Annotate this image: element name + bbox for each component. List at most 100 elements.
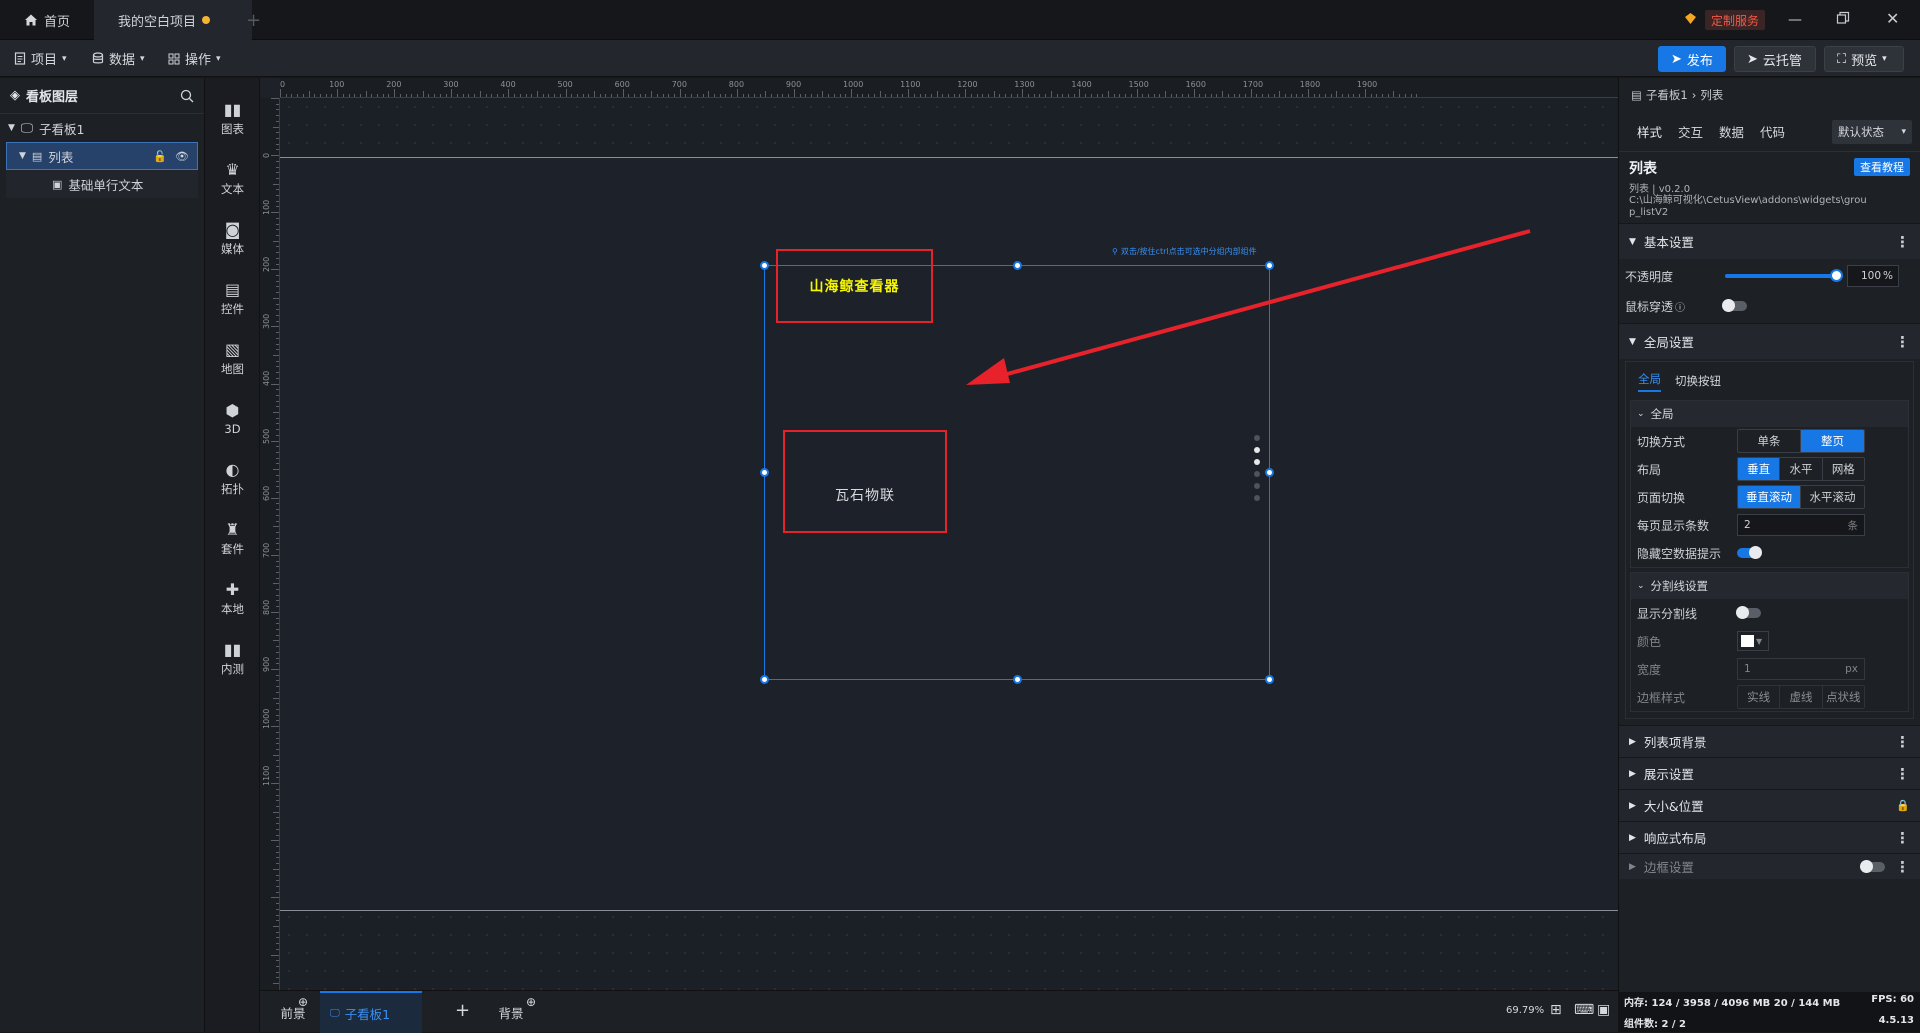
widget-local[interactable]: ✚ 本地 xyxy=(205,568,260,628)
border-style-dashed[interactable]: 虚线 xyxy=(1780,686,1823,708)
mouse-through-toggle[interactable] xyxy=(1722,299,1748,312)
restore-icon[interactable] xyxy=(1836,11,1850,25)
publish-button[interactable]: ➤ 发布 xyxy=(1658,46,1726,72)
tab-project[interactable]: 我的空白项目 xyxy=(94,0,252,40)
widget-beta[interactable]: ▮▮ 内测 xyxy=(205,628,260,688)
resize-handle[interactable] xyxy=(1013,675,1022,684)
tab-home[interactable]: 首页 xyxy=(0,0,94,40)
menu-data[interactable]: 数据 ▾ xyxy=(92,40,145,77)
lock-icon[interactable]: 🔒 xyxy=(1896,799,1910,812)
tab-subboard[interactable]: 🖵 子看板1 xyxy=(320,991,422,1033)
console-icon[interactable]: ▣ xyxy=(1597,1002,1610,1018)
resize-handle[interactable] xyxy=(1265,675,1274,684)
page-dot[interactable] xyxy=(1254,459,1260,465)
keyboard-icon[interactable]: ⌨ xyxy=(1574,1002,1594,1018)
cloud-hosting-button[interactable]: ➤ 云托管 xyxy=(1734,46,1816,72)
layout-grid[interactable]: 网格 xyxy=(1823,458,1864,480)
tab-interaction[interactable]: 交互 xyxy=(1678,122,1703,141)
tree-item-subboard[interactable]: ▼ 🖵 子看板1 xyxy=(0,114,204,142)
menu-operate[interactable]: 操作 ▾ xyxy=(168,40,221,77)
widget-control[interactable]: ▤ 控件 xyxy=(205,268,260,328)
page-dot[interactable] xyxy=(1254,483,1260,489)
show-divider-toggle[interactable] xyxy=(1736,606,1761,619)
section-global[interactable]: ▼ 全局设置 ⋮ xyxy=(1619,323,1920,359)
page-dot[interactable] xyxy=(1254,447,1260,453)
zoom-level[interactable]: 69.79% xyxy=(1506,1005,1544,1016)
opacity-input[interactable]: 100 % xyxy=(1847,265,1899,287)
fit-screen-icon[interactable]: ⊞ xyxy=(1550,1002,1562,1018)
per-page-input[interactable]: 2 条 xyxy=(1737,514,1865,536)
tree-item-list[interactable]: ▼ ▤ 列表 🔓 👁 xyxy=(6,142,198,170)
breadcrumb-item[interactable]: 列表 xyxy=(1700,87,1723,103)
more-icon[interactable]: ⋮ xyxy=(1895,858,1910,876)
resize-handle[interactable] xyxy=(1265,468,1274,477)
add-circle-icon[interactable]: ⊕ xyxy=(526,995,536,1009)
resize-handle[interactable] xyxy=(760,261,769,270)
unlock-icon[interactable]: 🔓 xyxy=(153,150,167,163)
page-switch-horizontal[interactable]: 水平滚动 xyxy=(1801,486,1864,508)
page-dot[interactable] xyxy=(1254,471,1260,477)
ruler-left: 0 100 200 300 400 500 600 700 800 900 1000 1100 xyxy=(260,98,280,990)
section-border[interactable]: ▶ 边框设置 ⋮ xyxy=(1619,853,1920,879)
list-item-text-1[interactable]: 山海鲸查看器 xyxy=(776,276,933,296)
border-style-solid[interactable]: 实线 xyxy=(1738,686,1781,708)
state-select[interactable]: 默认状态 ▾ xyxy=(1832,119,1912,144)
widget-chart[interactable]: ▮▮ 图表 xyxy=(205,88,260,148)
ruler-tick xyxy=(1410,94,1412,97)
tutorial-button[interactable]: 查看教程 xyxy=(1854,158,1910,176)
section-basic[interactable]: ▼ 基本设置 ⋮ xyxy=(1619,223,1920,259)
eye-icon[interactable]: 👁 xyxy=(175,150,189,163)
global-group-header[interactable]: ⌄ 全局 xyxy=(1631,401,1908,427)
widget-3d[interactable]: ⬢ 3D xyxy=(205,388,260,448)
add-board-button[interactable]: + xyxy=(455,1000,470,1021)
widget-topology[interactable]: ◐ 拓扑 xyxy=(205,448,260,508)
tab-data[interactable]: 数据 xyxy=(1719,122,1744,141)
section-size-position[interactable]: ▶ 大小&位置 🔒 xyxy=(1619,789,1920,821)
border-style-dotted[interactable]: 点状线 xyxy=(1823,686,1864,708)
more-icon[interactable]: ⋮ xyxy=(1895,733,1910,751)
page-switch-vertical[interactable]: 垂直滚动 xyxy=(1738,486,1802,508)
resize-handle[interactable] xyxy=(760,675,769,684)
more-icon[interactable]: ⋮ xyxy=(1895,829,1910,847)
tree-item-text[interactable]: ▣ 基础单行文本 xyxy=(6,170,198,198)
subtab-global[interactable]: 全局 xyxy=(1638,371,1661,392)
tab-foreground[interactable]: 前景 xyxy=(264,991,322,1033)
widget-map[interactable]: ▧ 地图 xyxy=(205,328,260,388)
divider-color-picker[interactable]: ▼ xyxy=(1737,631,1769,651)
widget-kit[interactable]: ♜ 套件 xyxy=(205,508,260,568)
more-icon[interactable]: ⋮ xyxy=(1895,765,1910,783)
add-circle-icon[interactable]: ⊕ xyxy=(298,995,308,1009)
border-toggle[interactable] xyxy=(1860,859,1885,873)
divider-width-input[interactable]: 1 px xyxy=(1737,658,1865,680)
close-icon[interactable]: ✕ xyxy=(1886,9,1899,28)
page-dot[interactable] xyxy=(1254,435,1260,441)
tab-style[interactable]: 样式 xyxy=(1637,122,1662,141)
menu-project[interactable]: 项目 ▾ xyxy=(14,40,67,77)
opacity-slider[interactable] xyxy=(1725,269,1843,282)
switch-mode-page[interactable]: 整页 xyxy=(1801,430,1864,452)
layout-vertical[interactable]: 垂直 xyxy=(1738,458,1781,480)
tab-code[interactable]: 代码 xyxy=(1760,122,1785,141)
minimize-icon[interactable]: — xyxy=(1788,12,1802,28)
opacity-slider-knob[interactable] xyxy=(1830,269,1843,282)
widget-media[interactable]: ◙ 媒体 xyxy=(205,208,260,268)
preview-button[interactable]: ⛶ 预览 ▾ xyxy=(1824,46,1904,72)
widget-text[interactable]: ♛ 文本 xyxy=(205,148,260,208)
divider-group-header[interactable]: ⌄ 分割线设置 xyxy=(1631,573,1908,599)
more-icon[interactable]: ⋮ xyxy=(1895,333,1910,351)
switch-mode-single[interactable]: 单条 xyxy=(1738,430,1802,452)
more-icon[interactable]: ⋮ xyxy=(1895,233,1910,251)
subtab-switch-button[interactable]: 切换按钮 xyxy=(1675,373,1721,389)
section-display[interactable]: ▶ 展示设置 ⋮ xyxy=(1619,757,1920,789)
resize-handle[interactable] xyxy=(760,468,769,477)
section-item-background[interactable]: ▶ 列表项背景 ⋮ xyxy=(1619,725,1920,757)
section-responsive[interactable]: ▶ 响应式布局 ⋮ xyxy=(1619,821,1920,853)
search-icon[interactable] xyxy=(180,89,194,103)
new-tab-icon[interactable]: + xyxy=(246,10,261,31)
breadcrumb-item[interactable]: 子看板1 xyxy=(1646,87,1688,103)
page-dot[interactable] xyxy=(1254,495,1260,501)
custom-service-button[interactable]: 定制服务 xyxy=(1705,10,1766,30)
hide-empty-toggle[interactable] xyxy=(1737,546,1762,559)
layout-horizontal[interactable]: 水平 xyxy=(1780,458,1823,480)
list-item-text-2[interactable]: 瓦石物联 xyxy=(783,485,947,505)
